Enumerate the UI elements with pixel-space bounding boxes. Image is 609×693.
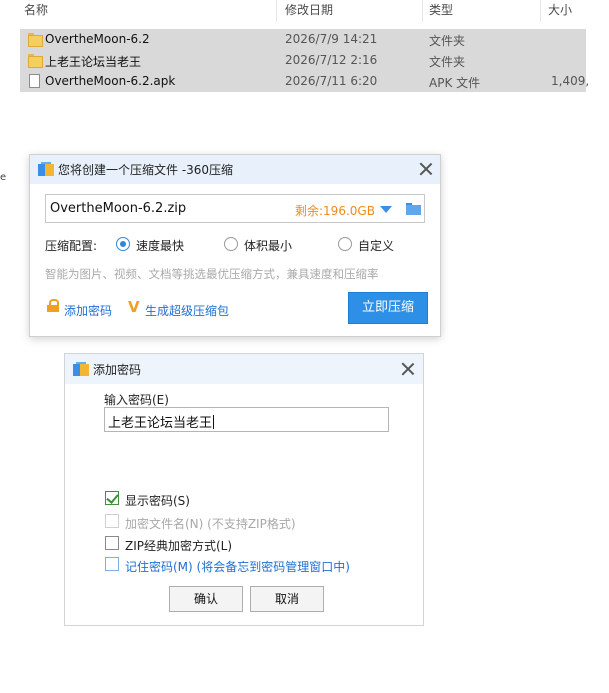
column-date[interactable]: 修改日期 xyxy=(285,1,333,18)
compress-dialog-titlebar[interactable]: 您将创建一个压缩文件 -360压缩 xyxy=(30,155,440,184)
config-label: 压缩配置: xyxy=(45,239,98,253)
super-pack-icon: V xyxy=(128,298,140,316)
file-date: 2026/7/9 14:21 xyxy=(285,32,378,46)
radio-custom[interactable] xyxy=(338,237,352,251)
file-date: 2026/7/11 6:20 xyxy=(285,74,378,88)
radio-custom-label[interactable]: 自定义 xyxy=(358,237,394,254)
chevron-down-icon[interactable] xyxy=(380,206,392,213)
column-type[interactable]: 类型 xyxy=(429,1,453,18)
compress-hint: 智能为图片、视频、文档等挑选最优压缩方式，兼具速度和压缩率 xyxy=(45,267,379,281)
zip-classic-checkbox[interactable] xyxy=(105,536,119,550)
file-size: 1,409, xyxy=(551,74,590,88)
add-password-link[interactable]: 添加密码 xyxy=(64,302,112,319)
super-pack-link[interactable]: 生成超级压缩包 xyxy=(145,302,229,319)
column-divider[interactable] xyxy=(540,0,541,22)
browse-folder-icon[interactable] xyxy=(406,203,421,215)
file-name: OvertheMoon-6.2.apk xyxy=(45,74,176,88)
compress-dialog-title: 您将创建一个压缩文件 -360压缩 xyxy=(58,163,234,177)
text-caret xyxy=(213,415,215,429)
password-input-label: 输入密码(E) xyxy=(104,393,169,407)
radio-smallest[interactable] xyxy=(224,237,238,251)
lock-icon xyxy=(47,299,59,312)
folder-icon xyxy=(28,54,43,68)
file-type: 文件夹 xyxy=(429,55,466,69)
archive-app-icon xyxy=(73,362,89,376)
close-icon[interactable] xyxy=(401,362,415,376)
radio-smallest-label[interactable]: 体积最小 xyxy=(244,237,292,254)
background-text: e xyxy=(0,172,7,183)
free-space-label: 剩余:196.0GB xyxy=(295,204,375,218)
archive-path-value: OvertheMoon-6.2.zip xyxy=(50,201,187,216)
file-icon xyxy=(29,74,40,88)
folder-icon xyxy=(28,33,43,47)
file-type: APK 文件 xyxy=(429,76,481,90)
column-size[interactable]: 大小 xyxy=(548,1,572,18)
file-row[interactable]: OvertheMoon-6.2.apk 2026/7/11 6:20 APK 文… xyxy=(20,71,590,92)
compress-dialog: 您将创建一个压缩文件 -360压缩 OvertheMoon-6.2.zip 剩余… xyxy=(29,154,441,337)
file-date: 2026/7/12 2:16 xyxy=(285,53,378,67)
archive-path-input[interactable]: OvertheMoon-6.2.zip 剩余:196.0GB xyxy=(45,194,425,223)
password-dialog-titlebar[interactable]: 添加密码 xyxy=(65,354,423,384)
file-list-header: 名称 修改日期 类型 大小 xyxy=(0,0,609,22)
confirm-button[interactable]: 确认 xyxy=(169,586,243,612)
password-input[interactable]: 上老王论坛当老王 xyxy=(104,407,389,432)
encrypt-filename-checkbox xyxy=(105,514,119,528)
show-password-label[interactable]: 显示密码(S) xyxy=(125,492,190,509)
file-type: 文件夹 xyxy=(429,34,466,48)
file-name: OvertheMoon-6.2 xyxy=(45,32,150,46)
password-dialog-title: 添加密码 xyxy=(93,363,142,377)
file-row[interactable]: 上老王论坛当老王 2026/7/12 2:16 文件夹 xyxy=(20,50,586,71)
column-divider[interactable] xyxy=(276,0,277,22)
show-password-checkbox[interactable] xyxy=(105,491,119,505)
compress-now-button[interactable]: 立即压缩 xyxy=(348,292,428,324)
cancel-button[interactable]: 取消 xyxy=(250,586,324,612)
close-icon[interactable] xyxy=(419,162,433,176)
password-dialog: 添加密码 输入密码(E) 上老王论坛当老王 显示密码(S) 加密文件名(N) (… xyxy=(64,353,424,626)
file-name: 上老王论坛当老王 xyxy=(45,55,142,69)
zip-classic-label[interactable]: ZIP经典加密方式(L) xyxy=(125,537,232,554)
radio-fastest-label[interactable]: 速度最快 xyxy=(136,237,184,254)
archive-app-icon xyxy=(38,162,54,176)
remember-password-checkbox[interactable] xyxy=(105,557,119,571)
remember-password-label[interactable]: 记住密码(M) (将会备忘到密码管理窗口中) xyxy=(125,558,350,575)
file-row[interactable]: OvertheMoon-6.2 2026/7/9 14:21 文件夹 xyxy=(20,29,586,50)
column-name[interactable]: 名称 xyxy=(24,1,48,18)
encrypt-filename-label: 加密文件名(N) (不支持ZIP格式) xyxy=(125,517,296,531)
password-value: 上老王论坛当老王 xyxy=(108,416,213,431)
column-divider[interactable] xyxy=(422,0,423,22)
radio-fastest[interactable] xyxy=(116,237,130,251)
